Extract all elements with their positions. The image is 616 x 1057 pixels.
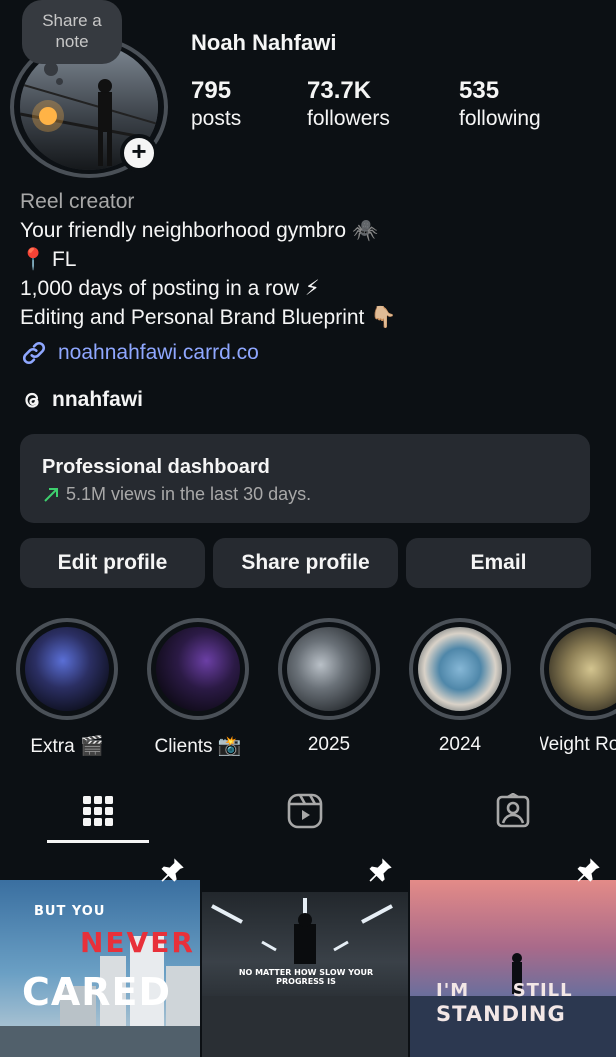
reels-icon <box>287 793 323 829</box>
grid-icon <box>83 796 113 826</box>
tab-grid[interactable] <box>47 780 149 842</box>
threads-badge[interactable]: nnahfawi <box>20 388 143 412</box>
post-caption-line-1: BUT YOU <box>34 904 106 919</box>
post-caption: NO MATTER HOW SLOW YOUR PROGRESS IS <box>238 968 374 986</box>
post-caption-line-2: NEVER <box>80 926 195 959</box>
pin-icon <box>369 858 392 882</box>
highlight-label: Clients 📸 <box>154 736 242 757</box>
highlight-weight-room[interactable]: Weight Ro <box>540 618 616 756</box>
highlight-label: 2024 <box>438 734 482 755</box>
bio-line-3: 1,000 days of posting in a row ⚡ <box>20 277 320 300</box>
highlight-cover <box>409 618 511 720</box>
highlight-label: 2025 <box>307 734 351 755</box>
highlight-extra[interactable]: Extra 🎬 <box>16 618 118 758</box>
post-caption-line-2: STANDING <box>436 1002 566 1026</box>
post-tile-1[interactable]: BUT YOU NEVER CARED <box>0 846 200 1057</box>
highlight-2025[interactable]: 2025 <box>278 618 380 756</box>
share-profile-button[interactable]: Share profile <box>213 538 398 588</box>
tagged-icon <box>496 793 530 828</box>
following-label: following <box>459 107 541 130</box>
note-bubble-tail-dot <box>56 78 63 85</box>
share-note-bubble[interactable]: Share a note <box>22 0 122 64</box>
highlight-clients[interactable]: Clients 📸 <box>147 618 249 758</box>
pin-icon <box>161 858 184 882</box>
dashboard-title: Professional dashboard <box>42 456 270 478</box>
note-bubble-tail <box>44 62 58 76</box>
dashboard-subtitle: 5.1M views in the last 30 days. <box>66 484 312 504</box>
highlight-cover <box>16 618 118 720</box>
professional-dashboard[interactable]: Professional dashboard 5.1M views in the… <box>20 434 590 523</box>
edit-profile-button[interactable]: Edit profile <box>20 538 205 588</box>
post-tile-3[interactable]: I'M STILL STANDING <box>410 846 616 1057</box>
threads-handle: nnahfawi <box>52 388 144 411</box>
dashboard-subtitle-row: 5.1M views in the last 30 days. <box>42 484 568 505</box>
profile-tabs <box>0 780 616 846</box>
profile-name: Noah Nahfawi <box>191 30 337 55</box>
share-note-label: Share a note <box>42 11 102 51</box>
highlight-label: Weight Ro <box>540 734 616 755</box>
link-icon <box>22 341 46 365</box>
add-story-button[interactable]: + <box>120 134 158 172</box>
highlight-cover <box>147 618 249 720</box>
trend-up-icon <box>44 487 58 502</box>
followers-label: followers <box>307 107 390 130</box>
bio-line-2: 📍 FL <box>20 248 77 271</box>
bio-line-1: Your friendly neighborhood gymbro 🕷️ <box>20 219 379 242</box>
highlight-label: Extra 🎬 <box>30 736 104 757</box>
following-stat[interactable]: 535 following <box>459 76 541 132</box>
threads-icon <box>25 392 39 408</box>
tab-tagged[interactable] <box>462 780 564 842</box>
bio-link[interactable]: noahnahfawi.carrd.co <box>20 339 259 367</box>
email-button[interactable]: Email <box>406 538 591 588</box>
pin-icon <box>577 858 600 882</box>
followers-stat[interactable]: 73.7K followers <box>307 76 390 132</box>
profile-category: Reel creator <box>20 190 135 213</box>
post-caption-line-1: I'M STILL <box>436 980 573 1001</box>
post-caption-line-3: CARED <box>22 970 172 1014</box>
highlight-cover <box>540 618 616 720</box>
bio-line-4: Editing and Personal Brand Blueprint 👇🏼 <box>20 306 397 329</box>
active-tab-indicator <box>47 840 149 843</box>
post-tile-2[interactable]: NO MATTER HOW SLOW YOUR PROGRESS IS <box>202 846 408 1057</box>
posts-stat[interactable]: 795 posts <box>191 76 241 132</box>
following-count: 535 <box>459 77 500 104</box>
followers-count: 73.7K <box>307 77 372 104</box>
bio-link-text[interactable]: noahnahfawi.carrd.co <box>58 341 259 365</box>
posts-count: 795 <box>191 77 232 104</box>
posts-label: posts <box>191 107 242 130</box>
highlight-cover <box>278 618 380 720</box>
highlight-2024[interactable]: 2024 <box>409 618 511 756</box>
tab-reels[interactable] <box>254 780 356 842</box>
